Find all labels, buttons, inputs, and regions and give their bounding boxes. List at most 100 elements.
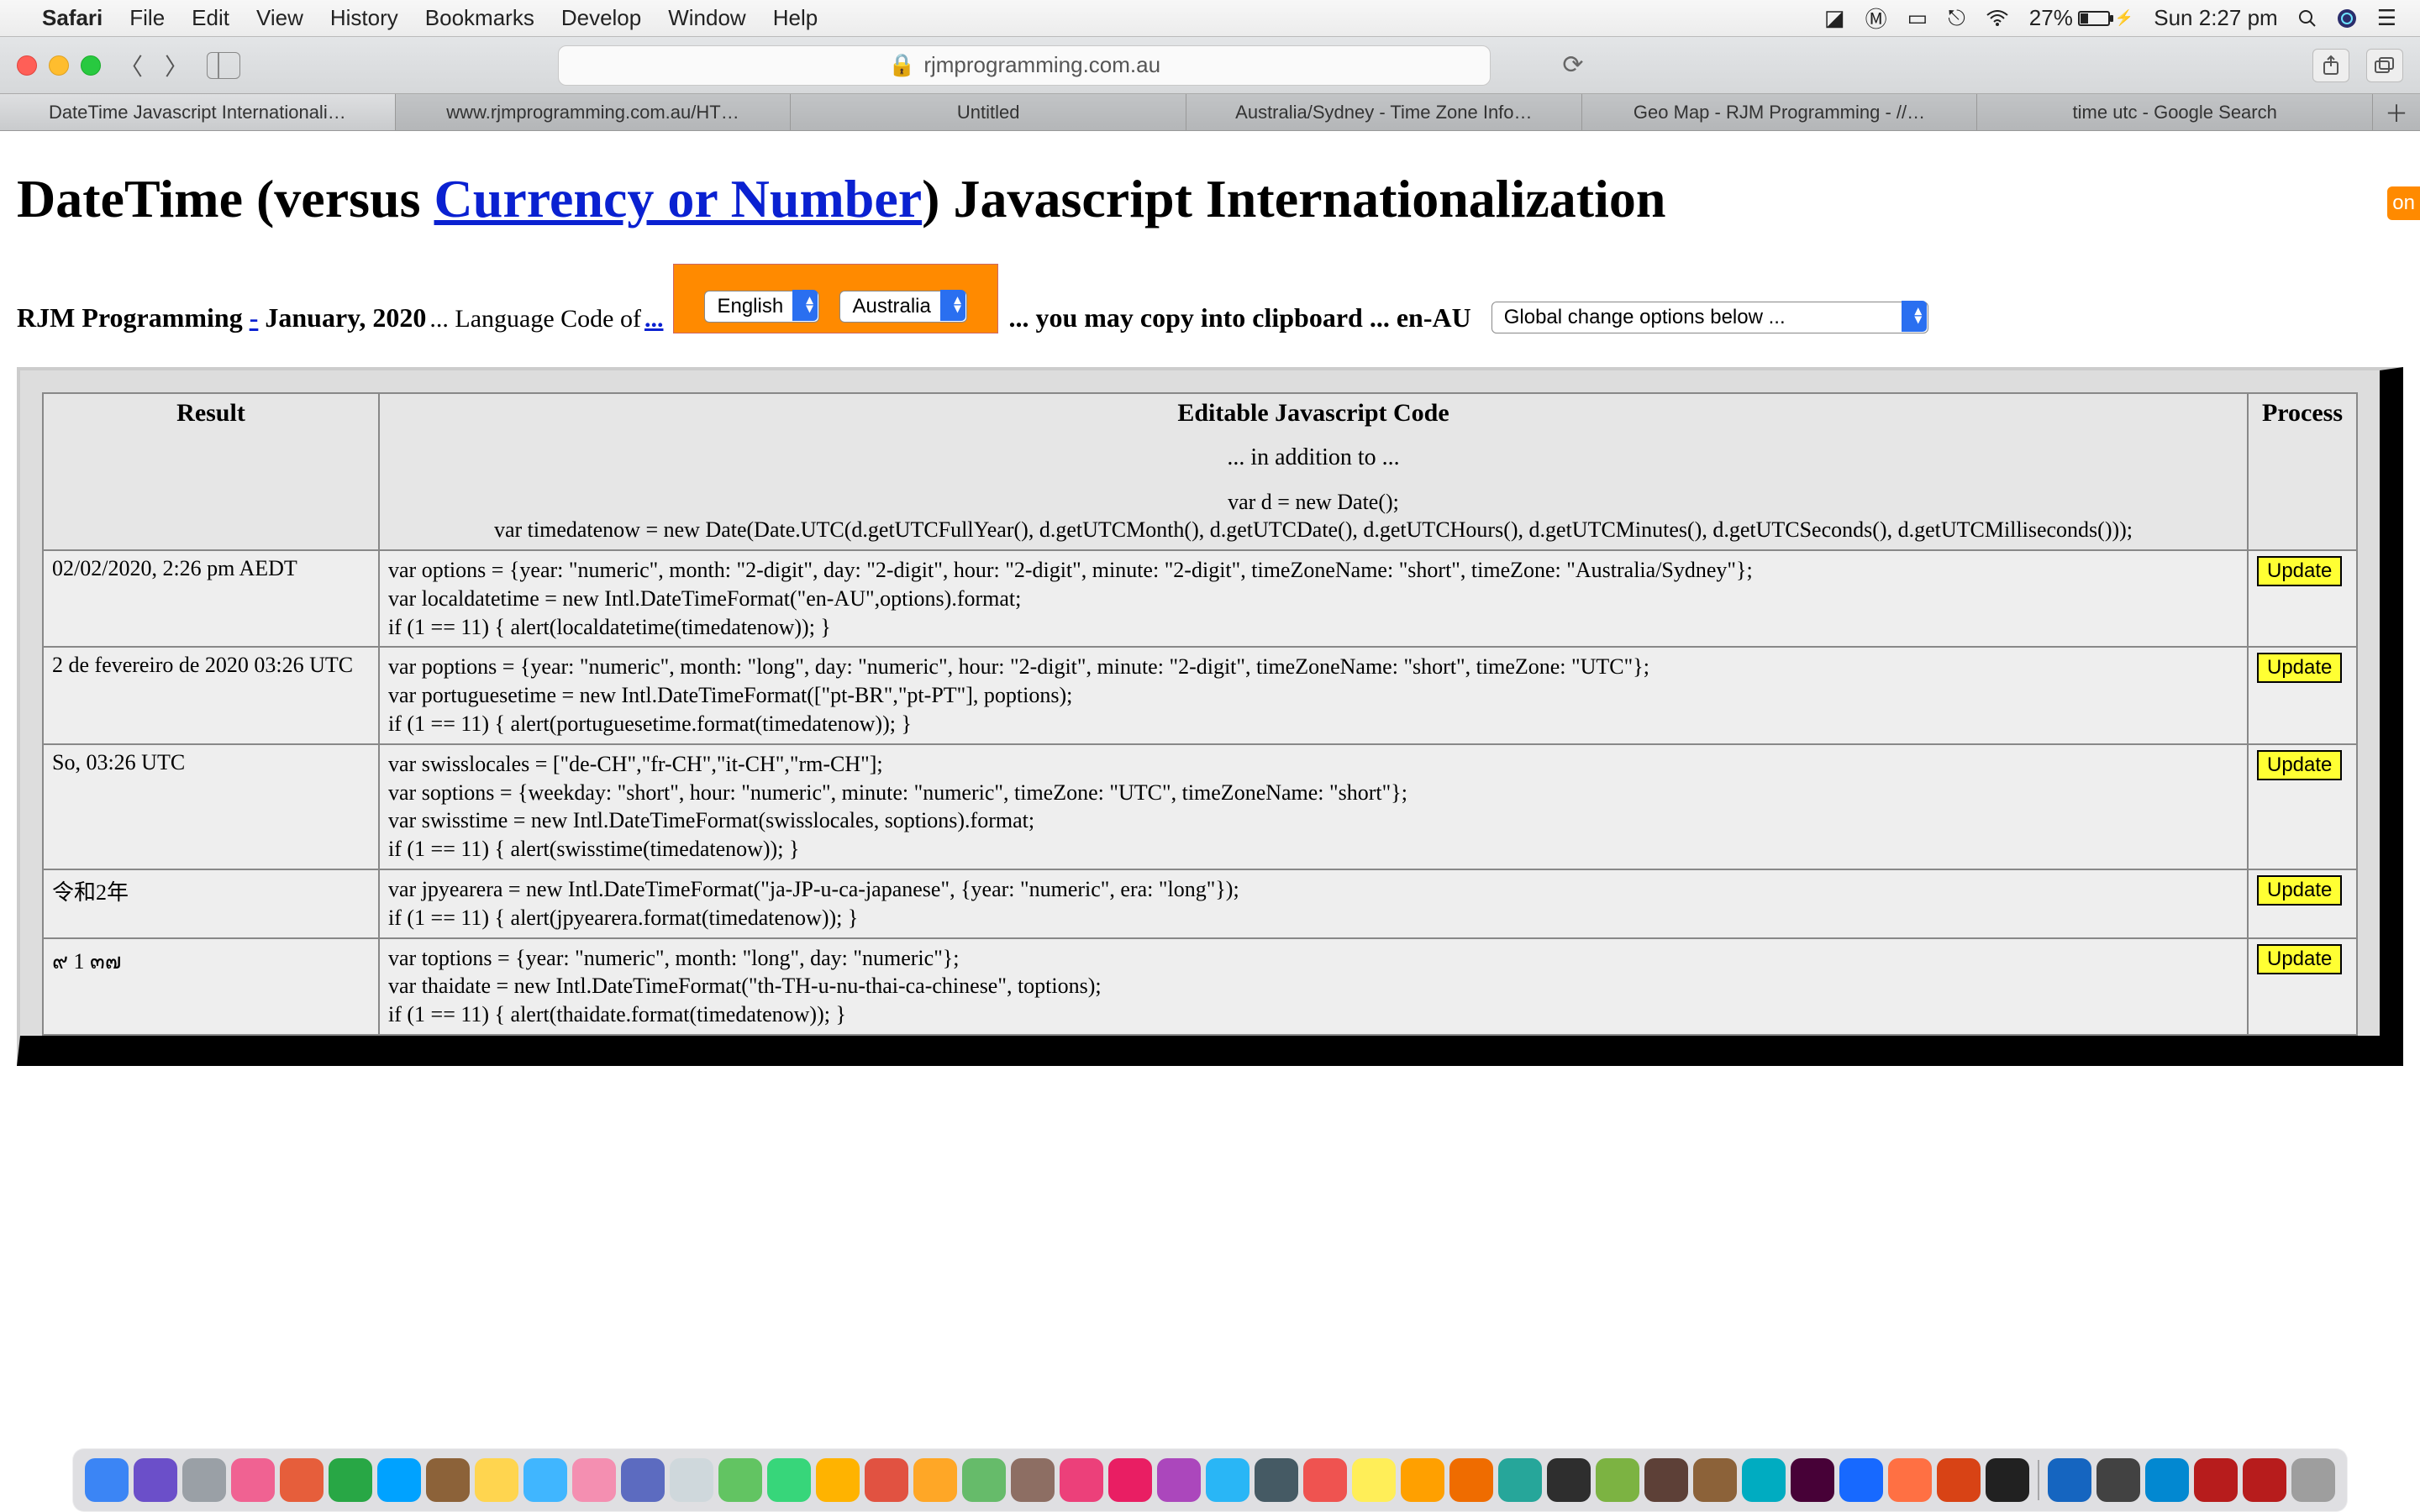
menu-view[interactable]: View [243,5,317,31]
dock-app-18[interactable] [962,1458,1006,1502]
update-button[interactable]: Update [2257,944,2342,974]
dock-app-3[interactable] [231,1458,275,1502]
bluetooth-icon[interactable]: ⎋ [1938,5,1975,32]
update-button[interactable]: Update [2257,875,2342,906]
code-cell[interactable]: var options = {year: "numeric", month: "… [379,550,2248,647]
dock-app-39[interactable] [1986,1458,2029,1502]
dock-app-26[interactable] [1352,1458,1396,1502]
title-link[interactable]: Currency or Number [434,169,923,228]
dock-app-33[interactable] [1693,1458,1737,1502]
menubar-app[interactable]: Safari [29,5,116,31]
dock-app-30[interactable] [1547,1458,1591,1502]
dock-app-16[interactable] [865,1458,908,1502]
mac-menubar: Safari File Edit View History Bookmarks … [0,0,2420,37]
spotlight-icon[interactable] [2288,9,2327,28]
menu-edit[interactable]: Edit [178,5,243,31]
menu-help[interactable]: Help [760,5,831,31]
dock-app-0[interactable] [85,1458,129,1502]
forward-button[interactable]: 〉 [161,50,192,81]
tab-5[interactable]: time utc - Google Search [1977,94,2373,130]
dock-app-14[interactable] [767,1458,811,1502]
langcode-ellipsis-link[interactable]: ... [644,305,664,333]
address-bar[interactable]: 🔒 rjmprogramming.com.au [558,45,1491,86]
close-window-button[interactable] [17,55,37,76]
dock-app-1[interactable] [134,1458,177,1502]
dock-app-42[interactable] [2145,1458,2189,1502]
dock-app-34[interactable] [1742,1458,1786,1502]
dock-app-21[interactable] [1108,1458,1152,1502]
minimize-window-button[interactable] [49,55,69,76]
dock-app-10[interactable] [572,1458,616,1502]
update-button[interactable]: Update [2257,750,2342,780]
dock-app-24[interactable] [1255,1458,1298,1502]
code-cell[interactable]: var swisslocales = ["de-CH","fr-CH","it-… [379,744,2248,869]
country-select[interactable]: Australia [839,291,967,323]
dock-app-9[interactable] [523,1458,567,1502]
fullscreen-window-button[interactable] [81,55,101,76]
wifi-icon[interactable] [1975,10,2019,27]
code-cell[interactable]: var toptions = {year: "numeric", month: … [379,938,2248,1035]
reload-button[interactable]: ⟳ [1556,49,1590,82]
back-button[interactable]: 〈 [116,50,146,81]
update-button[interactable]: Update [2257,653,2342,683]
language-select[interactable]: English [704,291,819,323]
dock-app-12[interactable] [670,1458,713,1502]
battery-status[interactable]: 27% ⚡ [2019,5,2144,31]
edge-badge[interactable]: on [2387,186,2420,220]
siri-icon[interactable] [2327,8,2367,29]
dock-app-28[interactable] [1449,1458,1493,1502]
dock-app-32[interactable] [1644,1458,1688,1502]
dock-app-7[interactable] [426,1458,470,1502]
menu-file[interactable]: File [116,5,178,31]
dock-app-20[interactable] [1060,1458,1103,1502]
menu-develop[interactable]: Develop [548,5,655,31]
dock-app-8[interactable] [475,1458,518,1502]
dock-app-17[interactable] [913,1458,957,1502]
dock-app-38[interactable] [1937,1458,1981,1502]
dock-app-25[interactable] [1303,1458,1347,1502]
dock-app-44[interactable] [2243,1458,2286,1502]
menu-bookmarks[interactable]: Bookmarks [412,5,548,31]
tab-1[interactable]: www.rjmprogramming.com.au/HT… [396,94,792,130]
tab-3[interactable]: Australia/Sydney - Time Zone Info… [1186,94,1582,130]
dock-app-40[interactable] [2048,1458,2091,1502]
screen-mirror-icon[interactable]: ▭ [1897,5,1939,31]
dock-app-6[interactable] [377,1458,421,1502]
dock-app-36[interactable] [1839,1458,1883,1502]
dock-app-4[interactable] [280,1458,324,1502]
dock-app-22[interactable] [1157,1458,1201,1502]
code-cell[interactable]: var poptions = {year: "numeric", month: … [379,647,2248,743]
dock-app-29[interactable] [1498,1458,1542,1502]
dock-app-27[interactable] [1401,1458,1444,1502]
show-all-tabs-button[interactable] [2366,49,2403,82]
menu-window[interactable]: Window [655,5,759,31]
dock-app-35[interactable] [1791,1458,1834,1502]
dock-app-45[interactable] [2291,1458,2335,1502]
dock-app-31[interactable] [1596,1458,1639,1502]
share-button[interactable] [2312,49,2349,82]
menu-history[interactable]: History [317,5,412,31]
dock-app-2[interactable] [182,1458,226,1502]
sidebar-toggle-button[interactable] [207,52,240,79]
dock-app-43[interactable] [2194,1458,2238,1502]
byline-dash-link[interactable]: - [250,302,259,333]
dock-app-13[interactable] [718,1458,762,1502]
tab-2[interactable]: Untitled [791,94,1186,130]
dock-app-15[interactable] [816,1458,860,1502]
dock-app-41[interactable] [2096,1458,2140,1502]
tab-0[interactable]: DateTime Javascript Internationali… [0,94,396,130]
new-tab-button[interactable]: ＋ [2373,94,2420,130]
code-cell[interactable]: var jpyearera = new Intl.DateTimeFormat(… [379,869,2248,938]
dock-app-11[interactable] [621,1458,665,1502]
status-icon-1[interactable]: ◪ [1814,5,1855,31]
menubar-clock[interactable]: Sun 2:27 pm [2144,5,2287,31]
global-options-select[interactable]: Global change options below ... [1491,302,1928,333]
dock-app-5[interactable] [329,1458,372,1502]
update-button[interactable]: Update [2257,556,2342,586]
tab-4[interactable]: Geo Map - RJM Programming - //… [1582,94,1978,130]
notification-center-icon[interactable]: ☰ [2367,5,2407,31]
status-icon-2[interactable]: Ⓜ [1855,3,1897,34]
dock-app-37[interactable] [1888,1458,1932,1502]
dock-app-23[interactable] [1206,1458,1249,1502]
dock-app-19[interactable] [1011,1458,1055,1502]
